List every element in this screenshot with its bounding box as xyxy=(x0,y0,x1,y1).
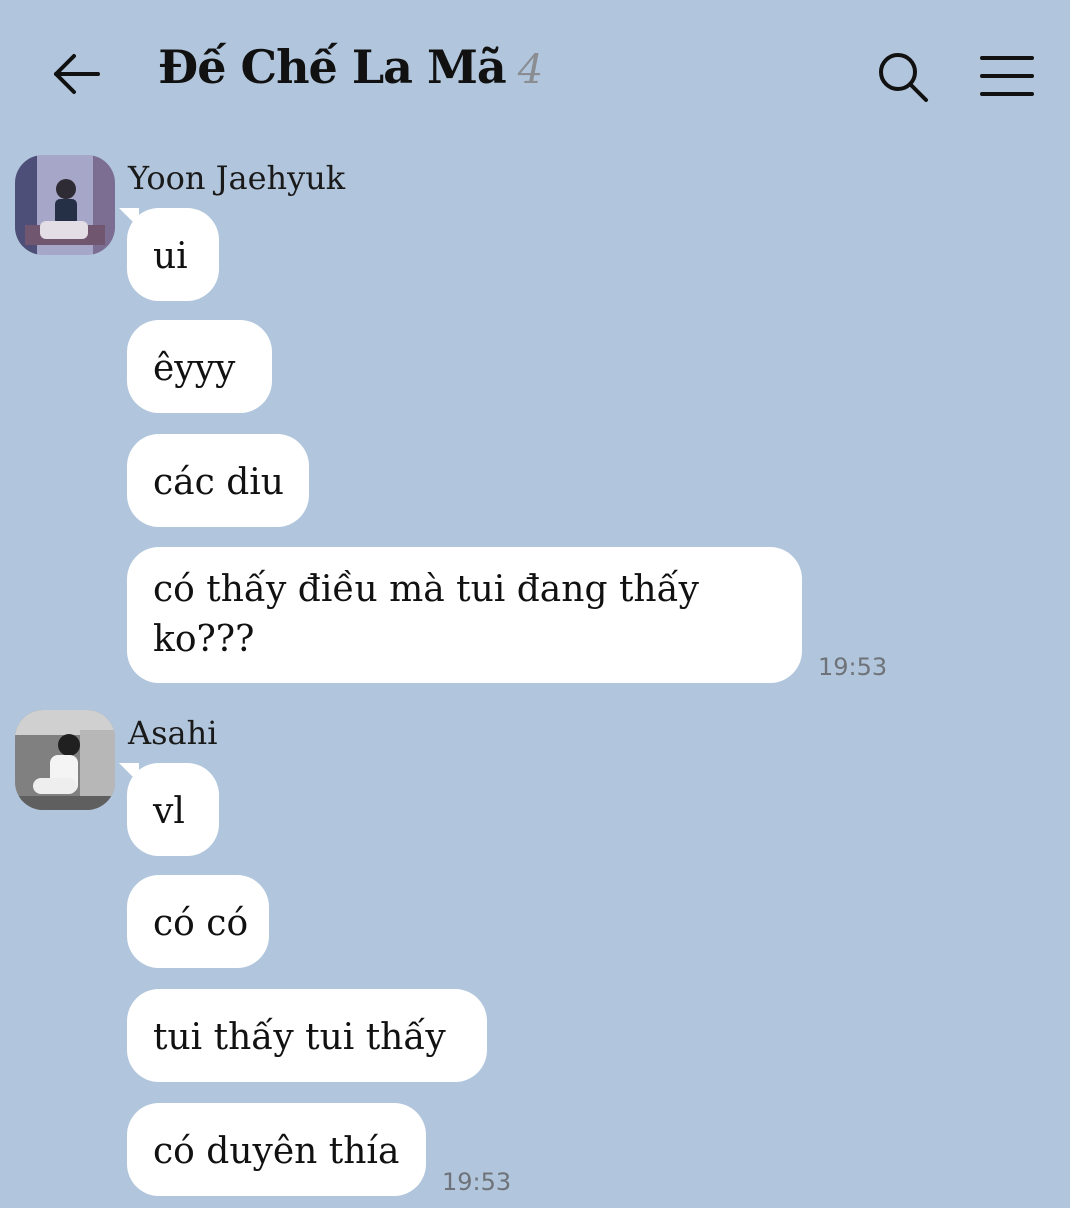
sender-name: Asahi xyxy=(128,714,218,752)
profile-photo-avatar xyxy=(15,155,115,255)
message-bubble[interactable]: có thấy điều mà tui đang thấy ko??? xyxy=(127,547,802,683)
arrow-left-icon xyxy=(54,54,100,94)
chat-title-group[interactable]: Đế Chế La Mã 4 xyxy=(158,40,543,110)
avatar[interactable] xyxy=(15,155,115,255)
member-count: 4 xyxy=(517,47,544,93)
chat-header: Đế Chế La Mã 4 xyxy=(0,0,1070,150)
message-timestamp: 19:53 xyxy=(442,1168,512,1196)
search-button[interactable] xyxy=(874,48,932,106)
hamburger-menu-icon xyxy=(980,56,1034,96)
message-bubble[interactable]: các diu xyxy=(127,434,309,527)
sender-name: Yoon Jaehyuk xyxy=(128,159,346,197)
message-bubble[interactable]: có duyên thía xyxy=(127,1103,426,1196)
message-bubble[interactable]: tui thấy tui thấy xyxy=(127,989,487,1082)
chat-title: Đế Chế La Mã xyxy=(158,40,507,94)
menu-button[interactable] xyxy=(978,52,1036,100)
message-bubble[interactable]: ui xyxy=(127,208,219,301)
back-button[interactable] xyxy=(48,48,104,100)
avatar[interactable] xyxy=(15,710,115,810)
profile-photo-avatar xyxy=(15,710,115,810)
message-group-asahi: Asahi vl có có tui thấy tui thấy có duyê… xyxy=(0,710,1070,1208)
search-icon xyxy=(879,53,928,102)
message-group-yoon-jaehyuk: Yoon Jaehyuk ui êyyy các diu có thấy điề… xyxy=(0,155,1070,695)
message-bubble[interactable]: vl xyxy=(127,763,219,856)
message-bubble[interactable]: có có xyxy=(127,875,269,968)
message-bubble[interactable]: êyyy xyxy=(127,320,272,413)
message-timestamp: 19:53 xyxy=(818,653,888,681)
